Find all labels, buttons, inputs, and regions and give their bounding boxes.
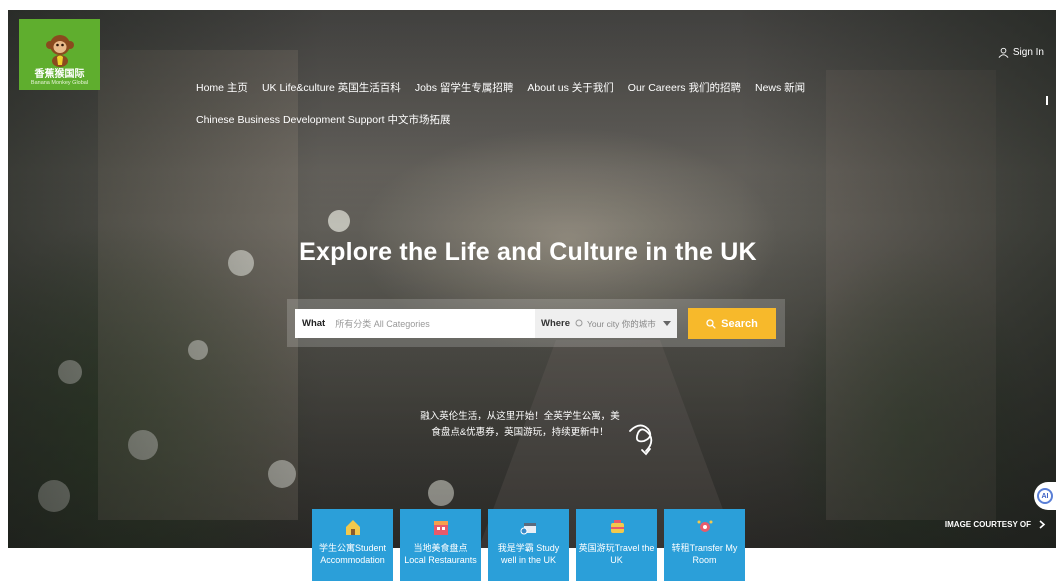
what-placeholder: 所有分类 All Categories	[335, 319, 430, 329]
ai-assistant-button[interactable]: AI	[1034, 482, 1056, 510]
hero-flower	[188, 340, 208, 360]
category-label: 学生公寓Student Accommodation	[318, 543, 387, 565]
house-icon	[345, 520, 360, 535]
travel-icon	[610, 520, 624, 533]
hero-flower	[58, 360, 82, 384]
user-icon	[998, 47, 1009, 58]
main-nav-row-2: Chinese Business Development Support 中文市…	[196, 110, 450, 128]
search-icon	[706, 318, 716, 329]
transfer-icon	[697, 520, 712, 532]
hero-flower	[128, 430, 158, 460]
hero-flower	[328, 210, 350, 232]
category-local-restaurants[interactable]: 当地美食盘点 Local Restaurants	[400, 509, 481, 581]
nav-news[interactable]: News 新闻	[755, 80, 805, 95]
brand-logo[interactable]: 香蕉猴国际 Banana Monkey Global	[19, 19, 100, 90]
hero-flower	[268, 460, 296, 488]
hero-flower	[428, 480, 454, 506]
category-travel-uk[interactable]: 英国游玩Travel the UK	[576, 509, 657, 581]
nav-home[interactable]: Home 主页	[196, 80, 248, 95]
main-nav: Home 主页 UK Life&culture 英国生活百科 Jobs 留学生专…	[196, 80, 819, 95]
nav-uk-life-culture[interactable]: UK Life&culture 英国生活百科	[262, 80, 401, 95]
sign-in-link[interactable]: Sign In	[998, 47, 1044, 58]
nav-chinese-business-support[interactable]: Chinese Business Development Support 中文市…	[196, 114, 450, 126]
monkey-logo-icon	[45, 35, 74, 67]
nav-jobs[interactable]: Jobs 留学生专属招聘	[415, 80, 514, 95]
image-courtesy-link[interactable]: IMAGE COURTESY OF	[945, 520, 1046, 529]
location-pin-icon	[575, 319, 583, 326]
chevron-right-icon	[1039, 520, 1046, 529]
search-button[interactable]: Search	[688, 308, 776, 339]
page: 香蕉猴国际 Banana Monkey Global Home 主页 UK Li…	[0, 0, 1056, 581]
sign-in-label: Sign In	[1012, 47, 1044, 58]
where-label: Where	[541, 318, 571, 329]
category-label: 转租Transfer My Room	[671, 543, 738, 565]
logo-cn-text: 香蕉猴国际	[34, 69, 85, 80]
study-icon	[520, 523, 536, 535]
what-label: What	[302, 318, 326, 329]
chevron-down-icon	[663, 321, 671, 326]
search-bar: What 所有分类 All Categories Where Your city…	[287, 299, 785, 347]
category-student-accommodation[interactable]: 学生公寓Student Accommodation	[312, 509, 393, 581]
what-field[interactable]: What 所有分类 All Categories	[295, 309, 535, 338]
logo-en-text: Banana Monkey Global	[30, 80, 89, 86]
hero-tagline: 融入英伦生活，从这里开始！全英学生公寓，美 食盘点&优惠券，英国游玩，持续更新中…	[405, 409, 635, 441]
category-label: 我是学霸 Study well in the UK	[497, 543, 560, 565]
category-study-well[interactable]: 我是学霸 Study well in the UK	[488, 509, 569, 581]
category-label: 英国游玩Travel the UK	[578, 543, 655, 565]
nav-about-us[interactable]: About us 关于我们	[527, 80, 613, 95]
swirl-arrow-icon	[629, 424, 653, 456]
category-tiles: 学生公寓Student Accommodation 当地美食盘点 Local R…	[312, 509, 745, 581]
hero-flower	[38, 480, 70, 512]
tagline-line-1: 融入英伦生活，从这里开始！全英学生公寓，美	[420, 411, 620, 422]
image-courtesy-label: IMAGE COURTESY OF	[944, 520, 1031, 529]
tagline-line-2: 食盘点&优惠券，英国游玩，持续更新中！	[431, 427, 609, 438]
nav-our-careers[interactable]: Our Careers 我们的招聘	[628, 80, 741, 95]
ai-icon: AI	[1037, 488, 1053, 504]
hero-headline: Explore the Life and Culture in the UK	[299, 238, 757, 266]
where-placeholder: Your city 你的城市	[587, 318, 656, 329]
scroll-indicator	[1046, 96, 1048, 105]
category-label: 当地美食盘点 Local Restaurants	[404, 543, 477, 565]
search-button-label: Search	[721, 317, 758, 330]
where-select[interactable]: Where Your city 你的城市	[535, 309, 677, 338]
restaurant-icon	[433, 521, 448, 535]
hero-building-right	[826, 70, 996, 520]
category-transfer-room[interactable]: 转租Transfer My Room	[664, 509, 745, 581]
